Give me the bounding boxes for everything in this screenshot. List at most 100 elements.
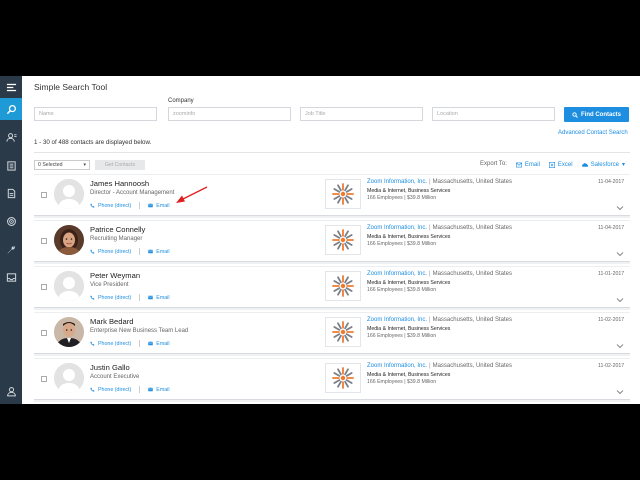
phone-direct-link[interactable]: Phone (direct) xyxy=(90,295,131,301)
menu-icon xyxy=(6,83,16,91)
get-contacts-button[interactable]: Get Contacts xyxy=(95,160,145,170)
salesforce-icon xyxy=(581,162,588,167)
contact-row[interactable]: James Hannoosh Director - Account Manage… xyxy=(34,174,630,215)
row-checkbox[interactable] xyxy=(41,376,47,382)
divider xyxy=(34,152,630,153)
company-employees: 166 Employees xyxy=(367,333,403,339)
company-name-link[interactable]: Zoom Information, Inc. xyxy=(367,225,427,231)
email-link[interactable]: Email xyxy=(148,340,170,347)
contact-actions: Phone (direct) Email xyxy=(90,248,170,255)
phone-direct-link[interactable]: Phone (direct) xyxy=(90,203,131,209)
company-size: 166 Employees | $39.8 Million xyxy=(367,333,436,339)
company-line: Zoom Information, Inc. | Massachusetts, Un… xyxy=(367,179,512,185)
contact-row[interactable]: Peter Weyman Vice President Phone (direc… xyxy=(34,266,630,307)
export-label: Export To: xyxy=(480,161,507,167)
row-checkbox[interactable] xyxy=(41,192,47,198)
chevron-down-icon[interactable] xyxy=(616,297,624,303)
contact-date: 11-02-2017 xyxy=(598,363,625,369)
separator: | xyxy=(404,379,406,385)
company-logo xyxy=(325,179,361,209)
separator: | xyxy=(429,317,431,323)
email-link[interactable]: Email xyxy=(148,249,170,255)
sidebar-item-tools[interactable] xyxy=(0,238,22,260)
company-label: Company xyxy=(168,98,194,104)
row-checkbox[interactable] xyxy=(41,238,47,244)
find-contacts-button[interactable]: Find Contacts xyxy=(564,107,629,122)
email-label: Email xyxy=(156,202,170,209)
separator: | xyxy=(404,241,406,247)
avatar xyxy=(54,225,84,255)
contact-actions: Phone (direct) Email xyxy=(90,340,170,347)
avatar xyxy=(54,271,84,301)
email-label: Email xyxy=(156,340,170,347)
phone-label: Phone (direct) xyxy=(98,340,132,347)
contact-title: Enterprise New Business Team Lead xyxy=(90,328,189,334)
sidebar-item-account[interactable] xyxy=(0,380,22,402)
chevron-down-icon[interactable] xyxy=(616,251,624,257)
company-location: Massachusetts, United States xyxy=(432,225,512,231)
company-logo xyxy=(325,363,361,393)
phone-icon xyxy=(90,387,95,392)
contact-row[interactable]: Mark Bedard Enterprise New Business Team… xyxy=(34,312,630,353)
separator xyxy=(139,248,141,255)
contact-name[interactable]: Justin Gallo xyxy=(90,363,130,372)
sidebar-item-target[interactable] xyxy=(0,210,22,232)
company-input[interactable]: zoominfo xyxy=(168,107,291,121)
phone-direct-link[interactable]: Phone (direct) xyxy=(90,249,131,255)
sidebar-item-companies[interactable] xyxy=(0,154,22,176)
company-line: Zoom Information, Inc. | Massachusetts, Un… xyxy=(367,363,512,369)
phone-icon xyxy=(90,341,95,346)
phone-direct-link[interactable]: Phone (direct) xyxy=(90,341,131,347)
export-salesforce-button[interactable]: Salesforce ▾ xyxy=(581,161,625,168)
export-excel-label: Excel xyxy=(557,161,573,168)
sidebar-item-lists[interactable] xyxy=(0,182,22,204)
page-title: Simple Search Tool xyxy=(34,82,108,92)
export-excel-button[interactable]: Excel xyxy=(548,161,573,168)
company-name-link[interactable]: Zoom Information, Inc. xyxy=(367,363,427,369)
avatar xyxy=(54,179,84,209)
chevron-down-icon: ▾ xyxy=(83,162,86,168)
chevron-down-icon[interactable] xyxy=(616,389,624,395)
email-link[interactable]: Email xyxy=(148,202,170,209)
sidebar-item-contacts[interactable] xyxy=(0,126,22,148)
contact-name[interactable]: Peter Weyman xyxy=(90,271,140,280)
location-input[interactable]: Location xyxy=(432,107,555,121)
email-link[interactable]: Email xyxy=(148,387,170,393)
companies-icon xyxy=(6,160,16,171)
export-email-button[interactable]: Email xyxy=(515,161,540,168)
contact-name[interactable]: Patrice Connelly xyxy=(90,225,145,234)
advanced-search-link[interactable]: Advanced Contact Search xyxy=(558,130,628,136)
row-checkbox[interactable] xyxy=(41,330,47,336)
row-checkbox[interactable] xyxy=(41,284,47,290)
export-toolbar: Export To: Email Excel Salesforce ▾ xyxy=(480,161,625,168)
company-name-link[interactable]: Zoom Information, Inc. xyxy=(367,317,427,323)
chevron-down-icon[interactable] xyxy=(616,343,624,349)
name-input[interactable]: Name xyxy=(34,107,157,121)
separator xyxy=(139,294,141,301)
company-name-link[interactable]: Zoom Information, Inc. xyxy=(367,271,427,277)
company-location: Massachusetts, United States xyxy=(432,179,512,185)
company-name-link[interactable]: Zoom Information, Inc. xyxy=(367,179,427,185)
sidebar-item-inbox[interactable] xyxy=(0,266,22,288)
company-logo xyxy=(325,225,361,255)
sidebar-item-search[interactable] xyxy=(0,98,22,120)
contact-title: Director - Account Management xyxy=(90,190,175,196)
contact-name[interactable]: Mark Bedard xyxy=(90,317,133,326)
chevron-down-icon[interactable] xyxy=(616,205,624,211)
search-icon xyxy=(6,104,16,114)
avatar xyxy=(54,317,84,347)
selected-dropdown[interactable]: 0 Selected ▾ xyxy=(34,160,90,170)
menu-button[interactable] xyxy=(0,76,22,98)
tools-icon xyxy=(7,245,15,253)
email-label: Email xyxy=(156,294,170,301)
separator: | xyxy=(404,287,406,293)
company-revenue: $39.8 Million xyxy=(407,195,437,201)
phone-direct-link[interactable]: Phone (direct) xyxy=(90,387,131,393)
search-icon xyxy=(572,111,578,118)
job-title-input[interactable]: Job Title xyxy=(300,107,423,121)
contact-name[interactable]: James Hannoosh xyxy=(90,179,149,188)
email-link[interactable]: Email xyxy=(148,294,170,301)
separator: | xyxy=(429,225,431,231)
contact-row[interactable]: Patrice Connelly Recruiting Manager Phon… xyxy=(34,220,630,261)
contact-row[interactable]: Justin Gallo Account Executive Phone (di… xyxy=(34,358,630,399)
